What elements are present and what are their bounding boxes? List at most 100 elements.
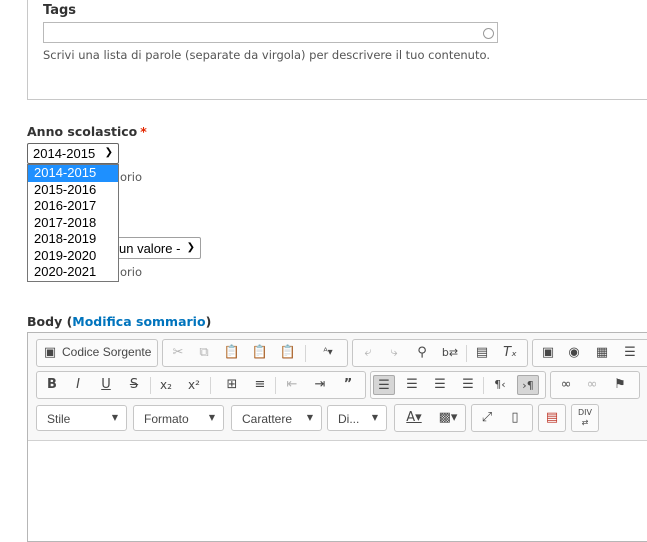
- find-icon[interactable]: ⚲: [411, 343, 433, 363]
- dropdown-arrow-icon: ▼: [306, 413, 313, 422]
- size-combo[interactable]: Di... ▼: [327, 405, 387, 431]
- anno-scolastico-label: Anno scolastico *: [27, 124, 147, 139]
- separator: [305, 345, 306, 362]
- tags-label: Tags: [43, 3, 77, 18]
- justify-icon[interactable]: ☰: [457, 375, 479, 395]
- align-left-icon[interactable]: ☰: [373, 375, 395, 395]
- cut-icon[interactable]: ✂: [167, 343, 189, 363]
- anchor-flag-icon[interactable]: ⚑: [609, 375, 631, 395]
- anno-scolastico-hint: orio: [120, 170, 142, 184]
- align-center-icon[interactable]: ☰: [401, 375, 423, 395]
- remove-format-icon[interactable]: Tₓ: [499, 343, 521, 363]
- format-combo[interactable]: Formato ▼: [133, 405, 224, 431]
- editor-toolbar: ▣ Codice Sorgente ✂ ⧉ 📋 📋 📋 ᴬ▾ ⤶ ⤷ ⚲ b⇄ …: [28, 333, 647, 441]
- indent-icon[interactable]: ⇥: [309, 375, 331, 395]
- outdent-icon[interactable]: ⇤: [281, 375, 303, 395]
- paste-icon[interactable]: 📋: [221, 343, 243, 363]
- dropdown-option[interactable]: 2015-2016: [28, 182, 118, 199]
- tags-description: Scrivi una lista di parole (separate da …: [43, 48, 490, 62]
- select-all-icon[interactable]: ▤: [471, 343, 493, 363]
- separator: [275, 377, 276, 394]
- pagebreak-group: ▤: [538, 404, 566, 432]
- subscript-icon[interactable]: x₂: [155, 375, 177, 395]
- anno-scolastico-selected-value: 2014-2015: [33, 146, 96, 161]
- background-color-icon[interactable]: ▩▾: [433, 408, 463, 428]
- separator: [483, 377, 484, 394]
- chevron-down-icon: ❯: [104, 147, 113, 158]
- second-field-select[interactable]: un valore - ❯: [118, 237, 201, 259]
- dropdown-arrow-icon: ▼: [371, 413, 378, 422]
- dropdown-option[interactable]: 2020-2021: [28, 264, 118, 281]
- undo-group: ⤶ ⤷ ⚲ b⇄ ▤ Tₓ: [352, 339, 528, 367]
- text-color-icon[interactable]: A▾: [399, 408, 429, 428]
- align-right-icon[interactable]: ☰: [429, 375, 451, 395]
- separator: [466, 345, 467, 362]
- body-label-prefix: Body (: [27, 314, 73, 329]
- show-blocks-icon[interactable]: ▯: [504, 408, 526, 428]
- unlink-icon[interactable]: ∞: [581, 375, 603, 395]
- bulleted-list-icon[interactable]: ≡: [249, 375, 271, 395]
- ltr-icon[interactable]: ›¶: [517, 375, 539, 395]
- div-group: DIV ⇄: [571, 404, 599, 432]
- tools-group: ⤢ ▯: [471, 404, 533, 432]
- superscript-icon[interactable]: x²: [183, 375, 205, 395]
- div-container-icon[interactable]: DIV ⇄: [574, 408, 596, 428]
- copy-icon[interactable]: ⧉: [193, 343, 215, 363]
- flash-icon[interactable]: ◉: [563, 343, 585, 363]
- clipboard-group: ✂ ⧉ 📋 📋 📋 ᴬ▾: [162, 339, 348, 367]
- style-combo[interactable]: Stile ▼: [36, 405, 127, 431]
- paste-text-icon[interactable]: 📋: [249, 343, 271, 363]
- undo-icon[interactable]: ⤶: [357, 343, 379, 363]
- dropdown-option[interactable]: 2014-2015: [28, 165, 118, 182]
- insert-group: ▣ ◉ ▦ ☰: [532, 339, 647, 367]
- links-group: ∞ ∞ ⚑: [550, 371, 640, 399]
- alignment-group: ☰ ☰ ☰ ☰ ¶‹ ›¶: [370, 371, 546, 399]
- edit-summary-link[interactable]: Modifica sommario: [72, 314, 205, 329]
- redo-icon[interactable]: ⤷: [383, 343, 405, 363]
- format-combo-label: Formato: [144, 412, 189, 426]
- page-break-icon[interactable]: ▤: [541, 408, 563, 428]
- second-field-hint: orio: [120, 265, 142, 279]
- body-label-suffix: ): [205, 314, 212, 329]
- image-icon[interactable]: ▣: [537, 343, 559, 363]
- dropdown-option[interactable]: 2019-2020: [28, 248, 118, 265]
- replace-icon[interactable]: b⇄: [439, 343, 461, 363]
- source-group: ▣ Codice Sorgente: [36, 339, 158, 367]
- basic-styles-group: B I U S x₂ x² ⊞ ≡ ⇤ ⇥ ”: [36, 371, 366, 399]
- font-combo[interactable]: Carattere ▼: [231, 405, 322, 431]
- blockquote-icon[interactable]: ”: [337, 375, 359, 395]
- link-icon[interactable]: ∞: [555, 375, 577, 395]
- size-combo-label: Di...: [338, 412, 360, 426]
- dropdown-option[interactable]: 2017-2018: [28, 215, 118, 232]
- dropdown-arrow-icon: ▼: [111, 413, 118, 422]
- anno-scolastico-select[interactable]: 2014-2015 ❯: [27, 143, 119, 164]
- colors-group: A▾ ▩▾: [394, 404, 466, 432]
- rtl-icon[interactable]: ¶‹: [489, 375, 511, 395]
- source-icon: ▣: [43, 345, 57, 360]
- strikethrough-button[interactable]: S: [123, 375, 145, 395]
- dropdown-arrow-icon: ▼: [208, 413, 215, 422]
- second-field-select-value: un valore -: [119, 241, 181, 256]
- table-icon[interactable]: ▦: [591, 343, 613, 363]
- tags-input[interactable]: [43, 22, 498, 43]
- source-button[interactable]: Codice Sorgente: [62, 345, 151, 359]
- anno-scolastico-dropdown-list: 2014-2015 2015-2016 2016-2017 2017-2018 …: [27, 164, 119, 282]
- body-label: Body (Modifica sommario): [27, 314, 211, 329]
- separator: [150, 377, 151, 394]
- style-combo-label: Stile: [47, 412, 71, 426]
- required-marker: *: [140, 124, 147, 139]
- anno-scolastico-label-text: Anno scolastico: [27, 124, 138, 139]
- separator: [210, 377, 211, 394]
- autocomplete-throbber-icon: [483, 28, 494, 39]
- maximize-icon[interactable]: ⤢: [476, 408, 498, 428]
- paste-word-icon[interactable]: 📋: [277, 343, 299, 363]
- bold-button[interactable]: B: [41, 375, 63, 395]
- horizontal-rule-icon[interactable]: ☰: [619, 343, 641, 363]
- spellcheck-icon[interactable]: ᴬ▾: [313, 343, 343, 363]
- dropdown-option[interactable]: 2018-2019: [28, 231, 118, 248]
- italic-button[interactable]: I: [67, 375, 89, 395]
- underline-button[interactable]: U: [95, 375, 117, 395]
- dropdown-option[interactable]: 2016-2017: [28, 198, 118, 215]
- font-combo-label: Carattere: [242, 412, 293, 426]
- numbered-list-icon[interactable]: ⊞: [221, 375, 243, 395]
